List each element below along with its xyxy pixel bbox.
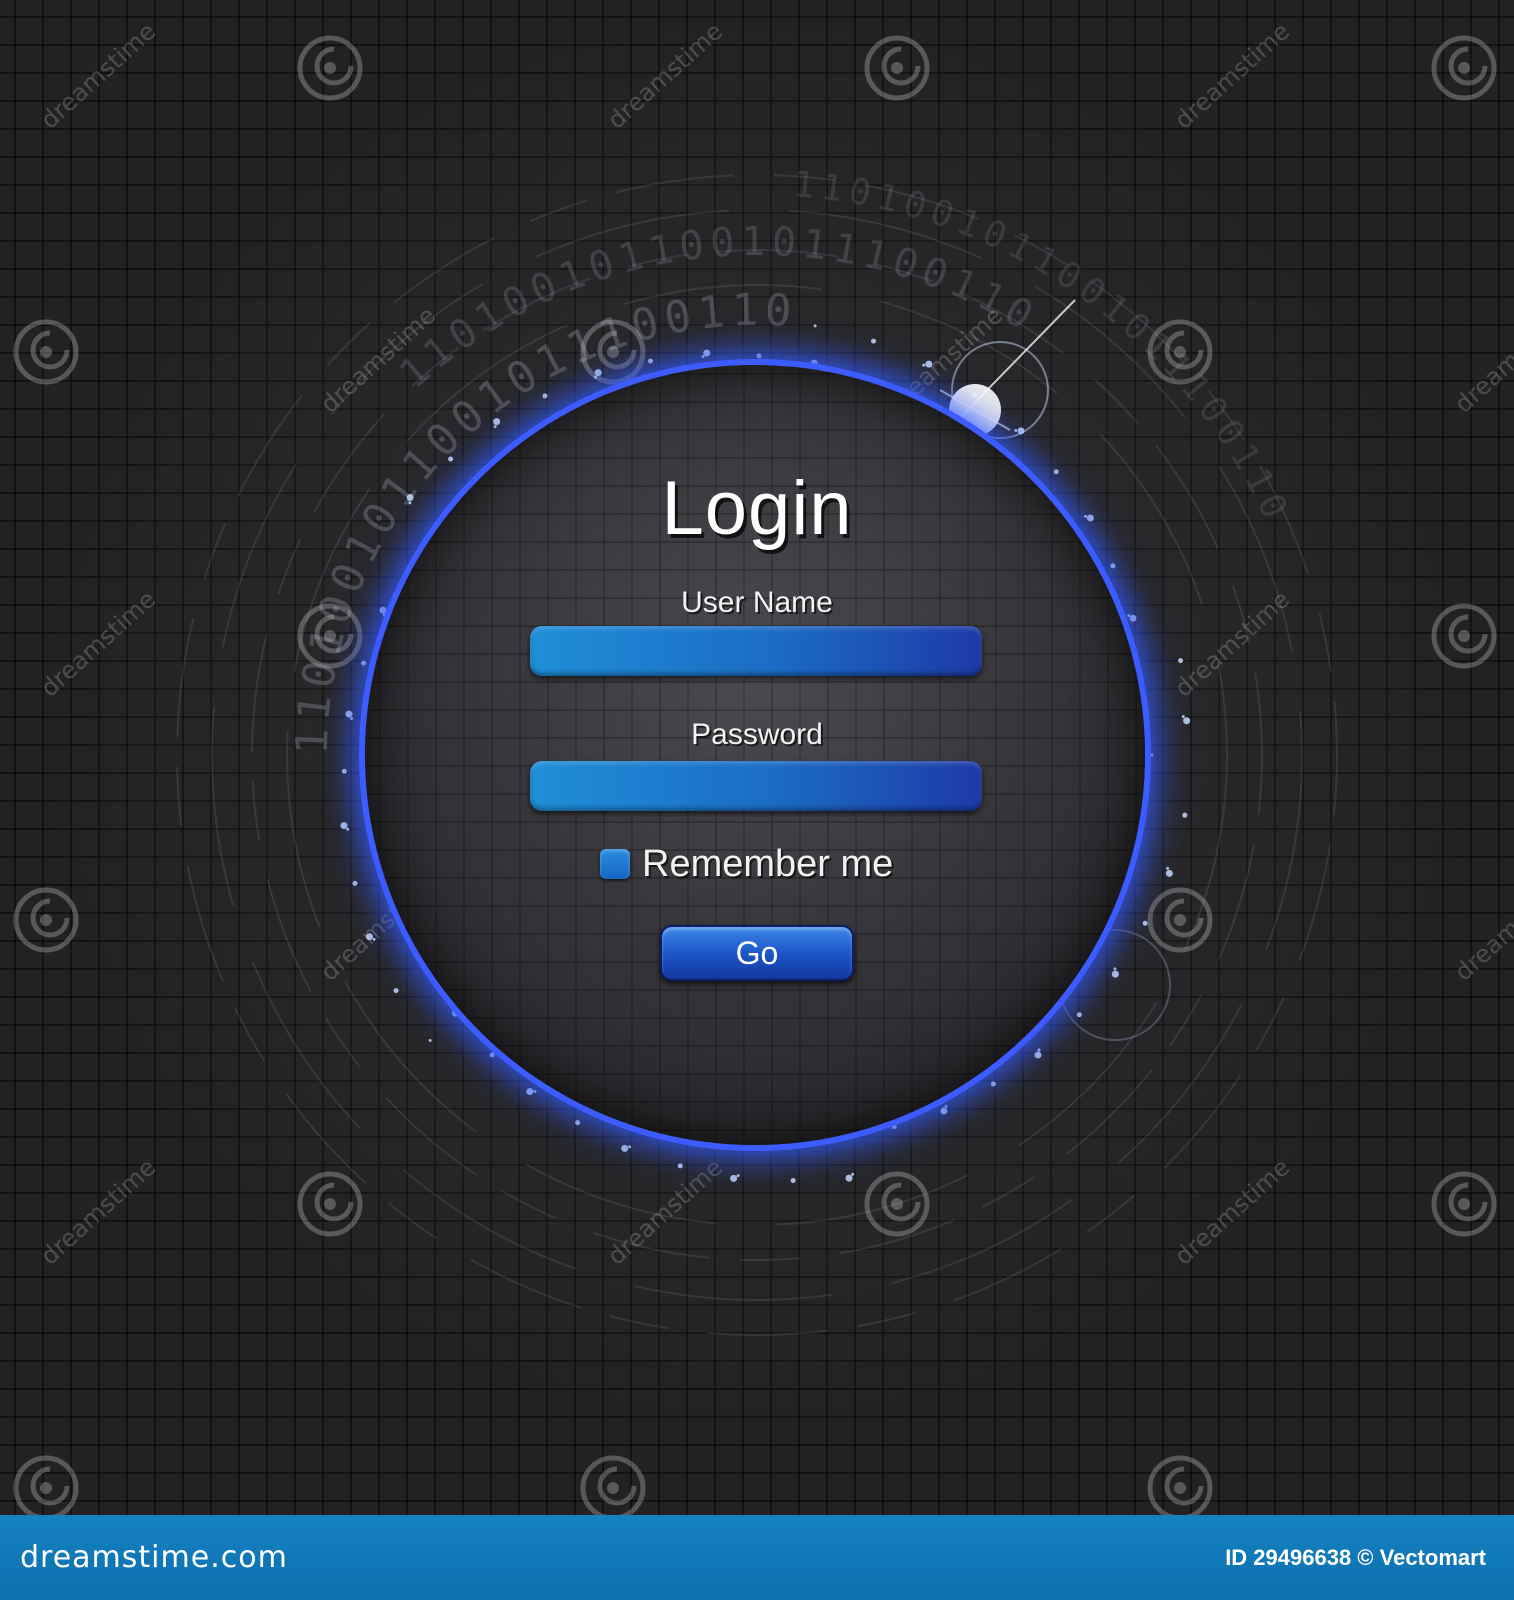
- login-scene: 1101001011001011100110110100101100101110…: [0, 0, 1514, 1515]
- password-input[interactable]: [530, 761, 982, 811]
- sparkle-dot: [428, 1039, 432, 1043]
- watermark-spiral-icon: [1174, 346, 1186, 358]
- footer-bar: dreamstime.com ID 29496638 © Vectomart: [0, 1515, 1514, 1600]
- sparkle-dot: [340, 822, 348, 830]
- sparkle-dot: [790, 1177, 796, 1183]
- sparkle-dot: [730, 1174, 738, 1182]
- watermark-spiral-icon: [40, 346, 52, 358]
- sparkle-dot: [542, 393, 548, 399]
- watermark-spiral-icon: [1174, 1482, 1186, 1494]
- watermark-spiral-icon: [891, 62, 903, 74]
- sparkle-dot: [1166, 866, 1170, 870]
- sparkle-dot: [736, 1174, 740, 1178]
- remember-me-option[interactable]: Remember me: [600, 842, 893, 886]
- sparkle-dot: [1111, 970, 1119, 978]
- username-label: User Name: [681, 586, 833, 619]
- footer-credit: ID 29496638 © Vectomart: [1225, 1544, 1486, 1570]
- sparkle-dot: [871, 338, 877, 344]
- remember-me-checkbox[interactable]: [600, 849, 630, 879]
- watermark-text: dreamstime: [1449, 301, 1514, 418]
- watermark-text: dreamstime: [602, 1153, 728, 1270]
- watermark-text: dreamstime: [1169, 1153, 1295, 1270]
- watermark-text: dreamstime: [1449, 869, 1514, 986]
- sparkle-dot: [1014, 429, 1018, 433]
- watermark-spiral-icon: [1458, 62, 1470, 74]
- sparkle-dot: [393, 988, 399, 994]
- watermark-spiral-icon: [1174, 914, 1186, 926]
- watermark-spiral-icon: [1458, 1198, 1470, 1210]
- sparkle-dot: [1113, 967, 1117, 971]
- sparkle-dot: [493, 418, 501, 426]
- sparkle-dot: [1142, 920, 1148, 926]
- watermark-spiral-icon: [40, 914, 52, 926]
- remember-me-label: Remember me: [642, 842, 894, 885]
- watermark-spiral-icon: [324, 1198, 336, 1210]
- go-button[interactable]: Go: [660, 925, 854, 981]
- watermark-spiral-icon: [607, 346, 619, 358]
- sparkle-dot: [346, 827, 350, 831]
- watermark-spiral-icon: [607, 1482, 619, 1494]
- watermark-spiral-icon: [324, 62, 336, 74]
- sparkle-dot: [1178, 658, 1184, 664]
- sparkle-dot: [845, 1174, 853, 1182]
- watermark-text: dreamstime: [602, 17, 728, 134]
- sparkle-dot: [1182, 812, 1188, 818]
- watermark-spiral-icon: [1458, 630, 1470, 642]
- sparkle-dot: [448, 456, 454, 462]
- sparkle-dot: [352, 880, 358, 886]
- username-input[interactable]: [530, 626, 982, 676]
- watermark-spiral-icon: [891, 1198, 903, 1210]
- password-label: Password: [691, 718, 823, 751]
- sparkle-dot: [851, 1172, 855, 1176]
- sparkle-dot: [1165, 869, 1173, 877]
- sparkle-dot: [493, 425, 497, 429]
- watermark-spiral-icon: [40, 1482, 52, 1494]
- watermark-text: dreamstime: [35, 1153, 161, 1270]
- sparkle-dot: [677, 1163, 683, 1169]
- sparkle-dot: [813, 324, 817, 328]
- footer-brand: dreamstime.com: [20, 1540, 288, 1575]
- watermark-text: dreamstime: [35, 17, 161, 134]
- watermark-text: dreamstime: [1169, 17, 1295, 134]
- watermark-spiral-icon: [324, 630, 336, 642]
- login-title: Login: [661, 466, 853, 551]
